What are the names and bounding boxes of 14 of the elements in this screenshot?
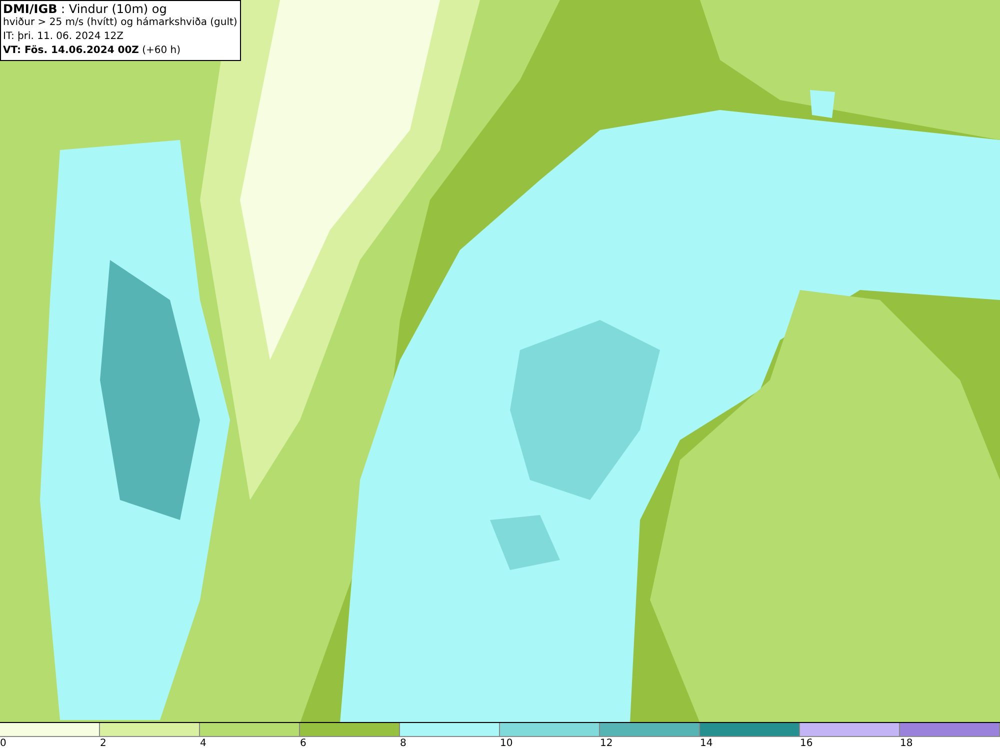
legend-label: 12 <box>600 737 613 750</box>
legend-label: 18 <box>900 737 913 750</box>
legend-label: 6 <box>300 737 306 750</box>
legend-label: 0 <box>0 737 6 750</box>
legend-label: 16 <box>800 737 813 750</box>
legend-label: 14 <box>700 737 713 750</box>
info-text: DMI/IGB : Vindur (10m) og <box>3 2 168 16</box>
info-text: VT: Fös. 14.06.2024 00Z (+60 h) <box>3 44 182 58</box>
info-text: IT: þri. 11. 06. 2024 12Z <box>3 30 124 44</box>
legend-label: 2 <box>100 737 106 750</box>
legend-label: 10 <box>500 737 513 750</box>
legend-label: 8 <box>400 737 406 750</box>
legend-label: 4 <box>200 737 206 750</box>
info-text: hviður > 25 m/s (hvítt) og hámarkshviða (gult) <box>3 16 238 30</box>
